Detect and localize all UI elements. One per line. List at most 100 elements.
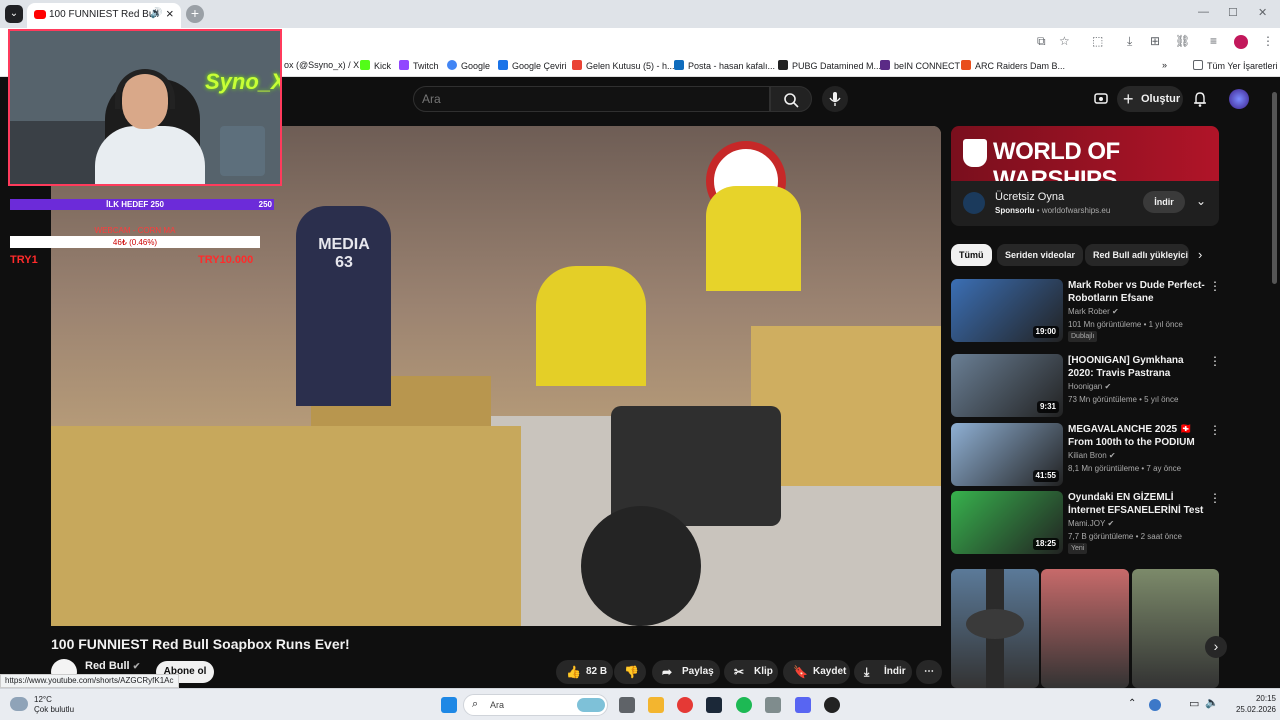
- new-tab-button[interactable]: +: [186, 5, 204, 23]
- network-icon[interactable]: ▭: [1189, 697, 1199, 710]
- recommendation-item[interactable]: 9:31 [HOONIGAN] Gymkhana 2020: Travis Pas…: [951, 354, 1221, 418]
- page-scrollbar[interactable]: [1272, 92, 1277, 284]
- more-options-icon[interactable]: ⋮: [1209, 354, 1221, 368]
- recommendation-meta: 101 Mn görüntüleme • 1 yıl önce: [1068, 320, 1183, 329]
- taskbar-search[interactable]: ⌕ Ara: [463, 694, 608, 716]
- tray-chevron-icon[interactable]: ⌃: [1128, 698, 1136, 709]
- weather-temp: 12°C: [34, 695, 52, 704]
- bookmark-star-icon[interactable]: ☆: [1059, 34, 1070, 48]
- shorts-next-button[interactable]: ›: [1205, 636, 1227, 658]
- video-thumbnail[interactable]: 9:31: [951, 354, 1063, 417]
- notifications-bell-icon[interactable]: [1192, 90, 1208, 108]
- install-app-icon[interactable]: ⧉: [1037, 34, 1046, 49]
- bookmark-pubg[interactable]: PUBG Datamined M...: [778, 60, 881, 71]
- link-icon[interactable]: ⛓: [1175, 34, 1190, 48]
- bookmark-kick[interactable]: Kick: [360, 60, 391, 71]
- more-options-icon[interactable]: ⋮: [1209, 423, 1221, 437]
- video-thumbnail[interactable]: 18:25: [951, 491, 1063, 554]
- download-button[interactable]: ⤓ İndir: [854, 660, 912, 684]
- maximize-icon[interactable]: ☐: [1228, 6, 1238, 19]
- recommendation-item[interactable]: 19:00 Mark Rober vs Dude Perfect- Robotla…: [951, 279, 1221, 343]
- dislike-button[interactable]: 👎: [614, 660, 646, 684]
- bookmark-bein[interactable]: beIN CONNECT: [880, 60, 960, 71]
- video-duration: 9:31: [1036, 401, 1059, 413]
- discord-icon[interactable]: [795, 697, 811, 713]
- profile-avatar[interactable]: [1234, 35, 1248, 49]
- steam-icon[interactable]: [706, 697, 722, 713]
- recommendation-channel[interactable]: Hoonigan ✔: [1068, 382, 1111, 391]
- recommendation-title[interactable]: Oyundaki EN GİZEMLİ İnternet EFSANELERİN…: [1068, 491, 1206, 517]
- bookmarks-overflow[interactable]: »: [1162, 60, 1167, 70]
- bookmark-gmail[interactable]: Gelen Kutusu (5) - h...: [572, 60, 675, 71]
- extensions-icon[interactable]: ⬚: [1092, 34, 1103, 48]
- volume-icon[interactable]: 🔈: [1205, 696, 1219, 709]
- chevron-down-icon[interactable]: ⌄: [1196, 194, 1206, 208]
- close-tab-icon[interactable]: ×: [166, 6, 174, 21]
- search-input[interactable]: [422, 90, 762, 108]
- weather-widget[interactable]: 12°C Çok bulutlu: [10, 694, 90, 716]
- bookmark-google-translate[interactable]: Google Çeviri: [498, 60, 567, 71]
- bookmark-icon: 🔖: [793, 665, 808, 679]
- speaker-icon[interactable]: 🔊: [150, 8, 162, 19]
- tray-app-icon[interactable]: [1149, 699, 1161, 711]
- tab-search-chevron-icon[interactable]: ⌄: [5, 5, 23, 23]
- video-thumbnail[interactable]: 19:00: [951, 279, 1063, 342]
- search-field[interactable]: [413, 86, 770, 112]
- recommendation-item[interactable]: 41:55 MEGAVALANCHE 2025 🇨🇭 From 100th to …: [951, 423, 1221, 487]
- recommendation-item[interactable]: 18:25 Oyundaki EN GİZEMLİ İnternet EFSANE…: [951, 491, 1221, 555]
- like-button[interactable]: 👍 82 B: [556, 660, 613, 684]
- recommendation-title[interactable]: MEGAVALANCHE 2025 🇨🇭 From 100th to the P…: [1068, 423, 1206, 449]
- recommendation-channel[interactable]: Mami.JOY ✔: [1068, 519, 1114, 528]
- cast-icon[interactable]: [1093, 91, 1109, 107]
- video-thumbnail[interactable]: 41:55: [951, 423, 1063, 486]
- search-button[interactable]: [770, 86, 812, 112]
- bookmark-outlook[interactable]: Posta - hasan kafalı...: [674, 60, 775, 71]
- short-thumbnail[interactable]: [1041, 569, 1129, 688]
- short-thumbnail[interactable]: [1132, 569, 1219, 688]
- channel-name[interactable]: Red Bull ✔: [85, 660, 140, 672]
- translate-icon[interactable]: ⊞: [1150, 34, 1160, 48]
- clip-button[interactable]: ✂ Klip: [724, 660, 778, 684]
- save-button[interactable]: 🔖 Kaydet: [783, 660, 850, 684]
- windows-start-icon[interactable]: [441, 697, 457, 713]
- chip-all[interactable]: Tümü: [951, 244, 992, 266]
- more-actions-button[interactable]: ⋯: [916, 660, 942, 684]
- all-bookmarks[interactable]: Tüm Yer İşaretleri: [1193, 60, 1278, 71]
- create-button[interactable]: + Oluştur: [1117, 86, 1183, 112]
- bookmark-arc[interactable]: ARC Raiders Dam B...: [961, 60, 1065, 71]
- recommendation-title[interactable]: Mark Rober vs Dude Perfect- Robotların E…: [1068, 279, 1206, 305]
- video-frame-hay: [51, 426, 521, 626]
- taskbar-clock[interactable]: 20:15 25.02.2026: [1218, 693, 1276, 715]
- voice-search-button[interactable]: [822, 86, 848, 112]
- donation-progress-value: 46₺ (0.46%): [112, 238, 158, 247]
- chip-uploader[interactable]: Red Bull adlı yükleyici: [1085, 244, 1189, 266]
- bookmark-twitch[interactable]: Twitch: [399, 60, 439, 71]
- ad-install-button[interactable]: İndir: [1143, 191, 1185, 213]
- bookmark-google[interactable]: Google: [447, 60, 490, 71]
- chevron-right-icon[interactable]: ›: [1198, 247, 1202, 262]
- more-options-icon[interactable]: ⋮: [1209, 279, 1221, 293]
- active-tab[interactable]: 100 FUNNIEST Red Bull Soapbox Runs Ever!…: [27, 3, 181, 28]
- chip-series[interactable]: Seriden videolar: [997, 244, 1084, 266]
- recommendation-channel[interactable]: Kilian Bron ✔: [1068, 451, 1116, 460]
- recommendation-title[interactable]: [HOONIGAN] Gymkhana 2020: Travis Pastran…: [1068, 354, 1206, 380]
- bookmark-item[interactable]: ox (@Ssyno_x) / X: [284, 60, 359, 70]
- account-avatar[interactable]: [1229, 89, 1249, 109]
- media-control-icon[interactable]: ≡: [1210, 34, 1217, 48]
- task-view-icon[interactable]: [619, 697, 635, 713]
- more-options-icon[interactable]: ⋮: [1209, 491, 1221, 505]
- recommendation-channel[interactable]: Mark Rober ✔: [1068, 307, 1119, 316]
- ad-banner[interactable]: WORLD OF WARSHIPS: [951, 126, 1219, 193]
- short-thumbnail[interactable]: [951, 569, 1039, 688]
- obs-icon[interactable]: [824, 697, 840, 713]
- settings-gear-icon[interactable]: [765, 697, 781, 713]
- download-icon[interactable]: ⤓: [1127, 34, 1132, 49]
- clip-label: Klip: [754, 666, 773, 677]
- chrome-icon[interactable]: [677, 697, 693, 713]
- file-explorer-icon[interactable]: [648, 697, 664, 713]
- kebab-menu-icon[interactable]: ⋮: [1262, 34, 1274, 48]
- share-button[interactable]: ➦ Paylaş: [652, 660, 720, 684]
- window-close-icon[interactable]: ✕: [1258, 6, 1267, 19]
- minimize-icon[interactable]: —: [1198, 6, 1209, 18]
- spotify-icon[interactable]: [736, 697, 752, 713]
